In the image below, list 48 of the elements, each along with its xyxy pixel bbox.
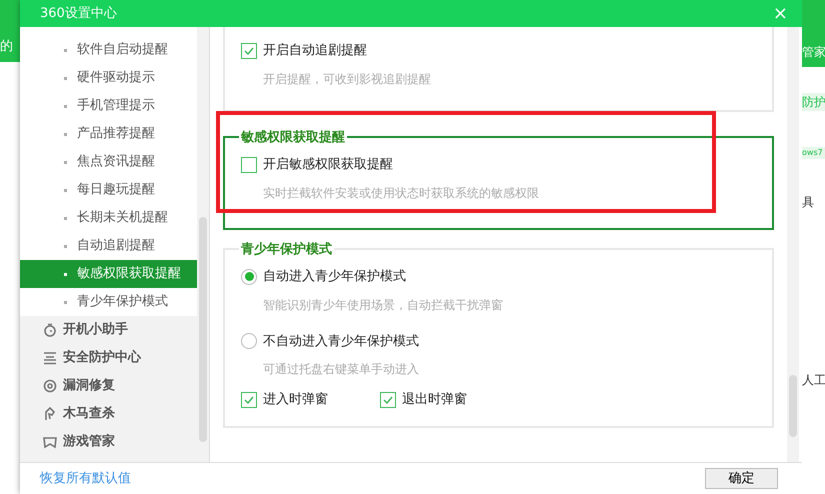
checkmark-icon — [383, 396, 393, 404]
stopwatch-icon — [43, 323, 57, 337]
gamepad-icon — [43, 435, 57, 449]
radio-label: 自动进入青少年保护模式 — [263, 268, 406, 286]
checkbox[interactable] — [241, 156, 257, 173]
checkmark-icon — [244, 396, 254, 404]
radio-button[interactable] — [241, 268, 257, 285]
background-text: ows7 — [802, 147, 825, 159]
sidebar-section[interactable]: 木马查杀 — [20, 400, 197, 428]
background-text: 具 — [802, 194, 815, 211]
sidebar-item[interactable]: 软件自启动提醒 — [20, 36, 197, 64]
sidebar-section[interactable]: 安全防护中心 — [20, 344, 197, 372]
group-title: 青少年保护模式 — [240, 240, 333, 258]
checkbox-label: 开启敏感权限获取提醒 — [263, 156, 393, 174]
sidebar-item[interactable]: 长期未关机提醒 — [20, 204, 197, 232]
background-text: 的 — [0, 38, 13, 56]
checkbox-label: 退出时弹窗 — [402, 391, 467, 409]
background-text: 防护 — [802, 93, 825, 111]
sidebar-item[interactable]: 焦点资讯提醒 — [20, 148, 197, 176]
sidebar-item[interactable]: 青少年保护模式 — [20, 288, 197, 316]
ok-button[interactable]: 确定 — [705, 468, 778, 489]
sidebar-section[interactable]: 漏洞修复 — [20, 372, 197, 400]
scrollbar-thumb[interactable] — [789, 375, 797, 437]
checkbox[interactable] — [380, 392, 396, 408]
checkbox-label: 开启自动追剧提醒 — [263, 42, 367, 60]
radio-button[interactable] — [241, 333, 257, 350]
sidebar-item[interactable]: 自动追剧提醒 — [20, 232, 197, 260]
checkbox-label: 进入时弹窗 — [263, 391, 328, 409]
option-description: 实时拦截软件安装或使用状态时获取系统的敏感权限 — [262, 184, 540, 202]
scrollbar-thumb[interactable] — [199, 217, 207, 442]
sidebar-section[interactable]: 开机小助手 — [20, 316, 197, 344]
bars-icon — [43, 351, 57, 365]
radio-label: 不自动进入青少年保护模式 — [263, 332, 419, 350]
sidebar-item[interactable]: 手机管理提示 — [20, 92, 197, 120]
sidebar-section[interactable]: 游戏管家 — [20, 428, 197, 456]
checkbox[interactable] — [241, 42, 257, 59]
sidebar-item[interactable]: 硬件驱动提示 — [20, 64, 197, 92]
checkbox[interactable] — [241, 392, 257, 408]
group-title: 敏感权限获取提醒 — [240, 128, 346, 146]
background-text: 人工 — [802, 372, 825, 389]
window-title: 360设置中心 — [40, 4, 117, 23]
checkmark-icon — [244, 46, 254, 55]
sidebar-item[interactable]: 产品推荐提醒 — [20, 120, 197, 148]
sidebar-item[interactable]: 敏感权限获取提醒 — [20, 260, 197, 288]
option-description: 可通过托盘右键菜单手动进入 — [262, 361, 420, 378]
option-description: 智能识别青少年使用场景，自动拦截干扰弹窗 — [262, 296, 504, 314]
sidebar-item[interactable]: 每日趣玩提醒 — [20, 176, 197, 204]
option-description: 开启提醒，可收到影视追剧提醒 — [262, 70, 432, 88]
